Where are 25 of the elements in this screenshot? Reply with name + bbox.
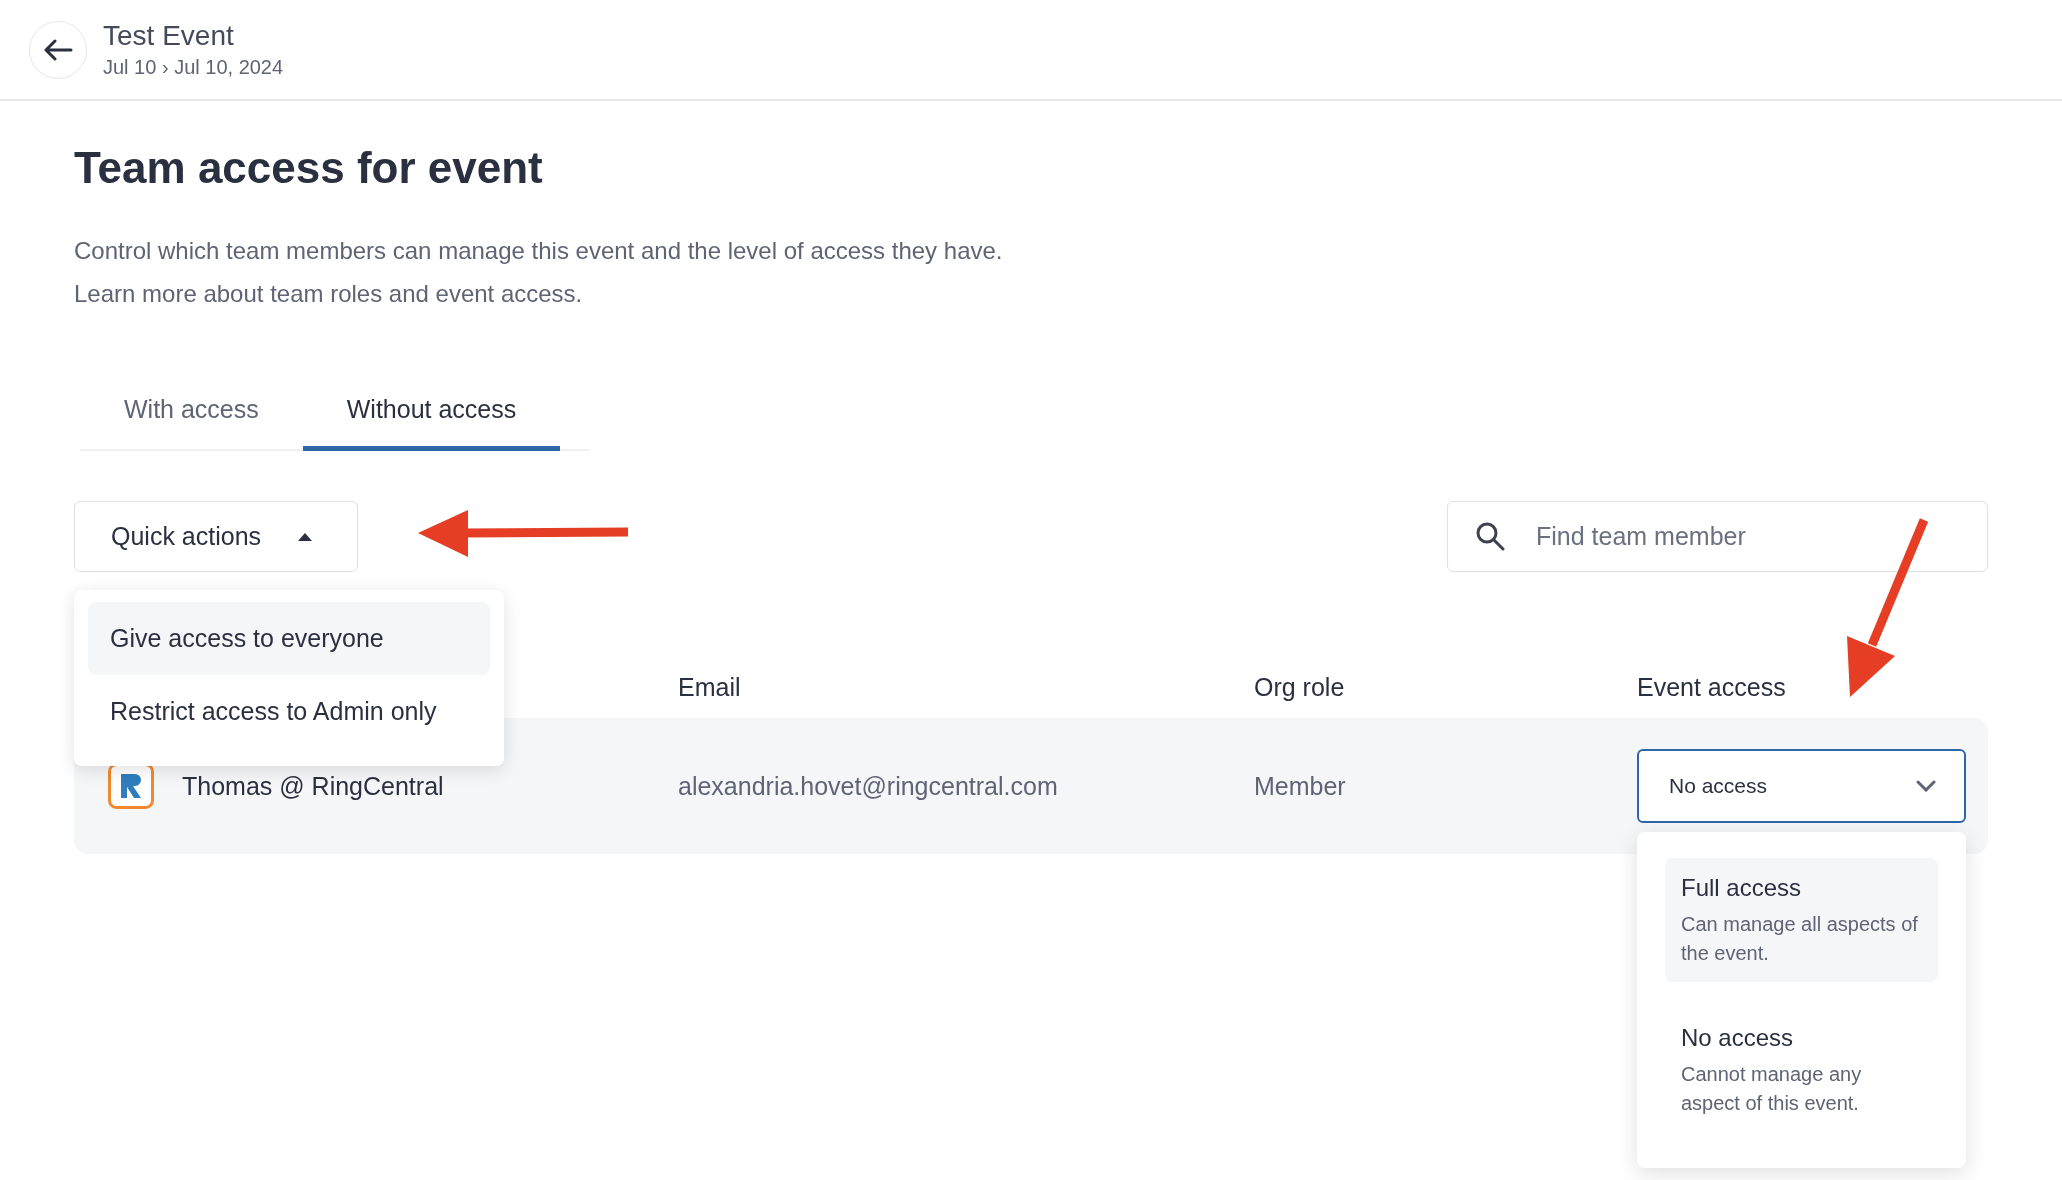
column-header: Email — [678, 672, 742, 702]
back-arrow-icon — [43, 38, 73, 61]
page-description: Control which team members can manage this event and the level of access they have. Learn more about team roles and event access. — [74, 236, 1004, 309]
option-title: No access — [1681, 1024, 1795, 1052]
tab[interactable]: With access — [80, 381, 303, 451]
event-dates: Jul 10 › Jul 10, 2024 — [103, 56, 284, 79]
quick-actions-button[interactable]: Quick actions — [74, 501, 359, 572]
search-field[interactable]: Find team member — [1447, 501, 1988, 572]
chevron-down-icon — [1916, 780, 1936, 792]
option-title: Full access — [1681, 874, 1803, 902]
event-title: Test Event — [103, 20, 235, 52]
access-option[interactable]: Full access Can manage all aspects of the event. — [1665, 858, 1938, 982]
caret-icon — [297, 531, 314, 542]
member-email: alexandria.hovet@ringcentral.com — [678, 771, 1059, 801]
search-icon — [1475, 521, 1505, 551]
menu-item[interactable]: Give access to everyone — [88, 602, 490, 675]
column-header: Event access — [1637, 672, 1787, 702]
member-name: Thomas @ RingCentral — [182, 771, 444, 801]
page-title: Team access for event — [74, 143, 544, 193]
tab[interactable]: Without access — [302, 381, 561, 451]
option-description: Can manage all aspects of the event. — [1681, 912, 1919, 966]
org-role: Member — [1254, 771, 1347, 801]
column-header: Org role — [1254, 672, 1346, 702]
option-description: Cannot manage any aspect of this event. — [1681, 1062, 1863, 1116]
event-access-select[interactable]: No access — [1637, 749, 1966, 823]
